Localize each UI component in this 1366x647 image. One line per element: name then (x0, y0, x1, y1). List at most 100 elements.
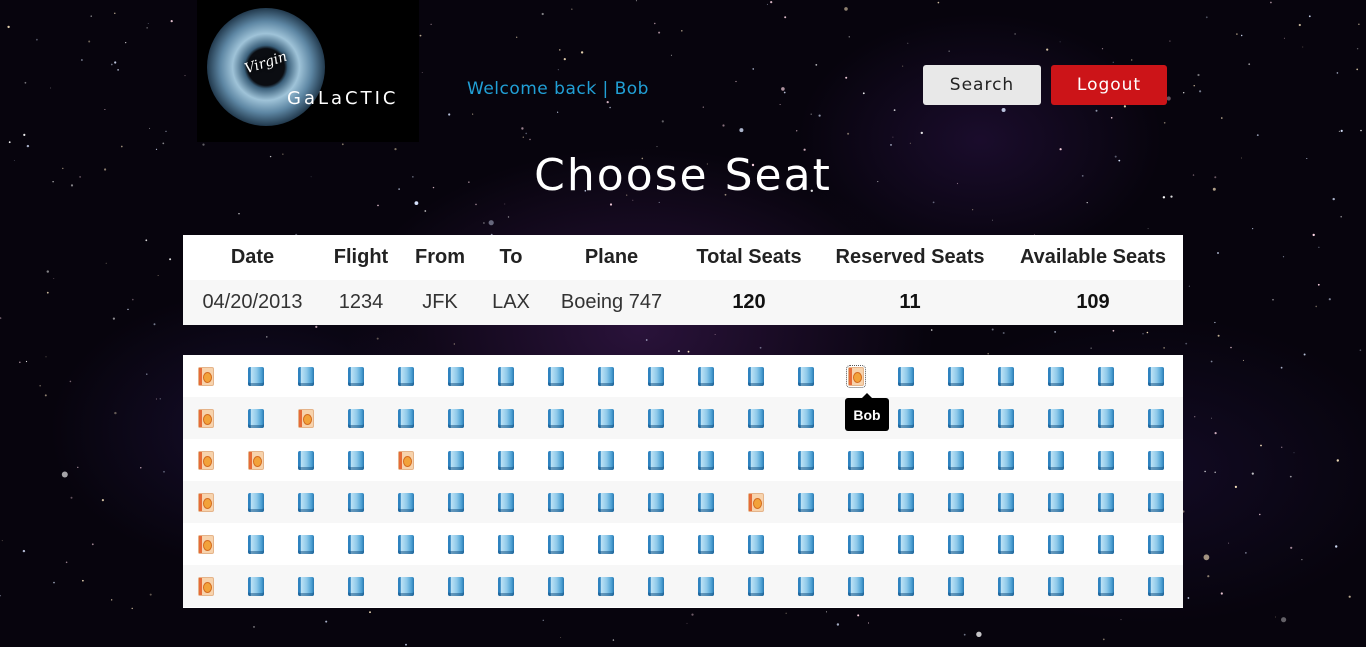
seat-available-icon[interactable] (648, 409, 664, 428)
seat-available-icon[interactable] (698, 535, 714, 554)
seat-available-icon[interactable] (498, 577, 514, 596)
seat-available-icon[interactable] (898, 367, 914, 386)
seat-reserved-icon[interactable] (846, 365, 866, 388)
seat-reserved-icon[interactable] (198, 493, 214, 512)
seat-available-icon[interactable] (998, 493, 1014, 512)
seat-available-icon[interactable] (448, 577, 464, 596)
seat-available-icon[interactable] (798, 367, 814, 386)
seat-available-icon[interactable] (748, 535, 764, 554)
seat-available-icon[interactable] (1048, 493, 1064, 512)
seat-available-icon[interactable] (848, 451, 864, 470)
seat-available-icon[interactable] (898, 535, 914, 554)
seat-available-icon[interactable] (398, 577, 414, 596)
seat-available-icon[interactable] (798, 535, 814, 554)
seat-available-icon[interactable] (448, 493, 464, 512)
seat-available-icon[interactable] (548, 577, 564, 596)
seat-available-icon[interactable] (498, 409, 514, 428)
seat-available-icon[interactable] (598, 535, 614, 554)
seat-reserved-icon[interactable] (198, 367, 214, 386)
seat-available-icon[interactable] (948, 451, 964, 470)
search-button[interactable]: Search (923, 65, 1041, 105)
seat-available-icon[interactable] (248, 409, 264, 428)
seat-available-icon[interactable] (1148, 451, 1164, 470)
seat-available-icon[interactable] (348, 535, 364, 554)
seat-available-icon[interactable] (598, 493, 614, 512)
seat-available-icon[interactable] (748, 367, 764, 386)
seat-available-icon[interactable] (498, 451, 514, 470)
seat-available-icon[interactable] (448, 535, 464, 554)
seat-available-icon[interactable] (748, 409, 764, 428)
seat-available-icon[interactable] (948, 493, 964, 512)
seat-available-icon[interactable] (998, 409, 1014, 428)
seat-reserved-icon[interactable] (398, 451, 414, 470)
seat-available-icon[interactable] (298, 577, 314, 596)
seat-available-icon[interactable] (898, 493, 914, 512)
seat-available-icon[interactable] (448, 409, 464, 428)
seat-reserved-icon[interactable] (298, 409, 314, 428)
seat-available-icon[interactable] (398, 409, 414, 428)
seat-available-icon[interactable] (1148, 535, 1164, 554)
seat-available-icon[interactable] (1098, 367, 1114, 386)
seat-available-icon[interactable] (798, 409, 814, 428)
seat-available-icon[interactable] (598, 409, 614, 428)
seat-available-icon[interactable] (948, 577, 964, 596)
seat-available-icon[interactable] (748, 577, 764, 596)
seat-available-icon[interactable] (598, 451, 614, 470)
seat-available-icon[interactable] (798, 577, 814, 596)
seat-available-icon[interactable] (998, 535, 1014, 554)
seat-available-icon[interactable] (1098, 577, 1114, 596)
seat-available-icon[interactable] (898, 451, 914, 470)
seat-available-icon[interactable] (448, 367, 464, 386)
seat-available-icon[interactable] (848, 577, 864, 596)
seat-available-icon[interactable] (1148, 367, 1164, 386)
seat-available-icon[interactable] (648, 535, 664, 554)
seat-available-icon[interactable] (698, 409, 714, 428)
seat-available-icon[interactable] (448, 451, 464, 470)
seat-available-icon[interactable] (398, 367, 414, 386)
seat-available-icon[interactable] (1098, 409, 1114, 428)
seat-available-icon[interactable] (298, 493, 314, 512)
seat-available-icon[interactable] (248, 577, 264, 596)
seat-available-icon[interactable] (548, 367, 564, 386)
seat-available-icon[interactable] (348, 367, 364, 386)
seat-available-icon[interactable] (248, 493, 264, 512)
seat-reserved-icon[interactable] (748, 493, 764, 512)
seat-available-icon[interactable] (698, 577, 714, 596)
seat-available-icon[interactable] (648, 367, 664, 386)
seat-available-icon[interactable] (798, 493, 814, 512)
seat-available-icon[interactable] (548, 451, 564, 470)
seat-available-icon[interactable] (698, 367, 714, 386)
seat-available-icon[interactable] (848, 535, 864, 554)
seat-available-icon[interactable] (498, 493, 514, 512)
seat-reserved-icon[interactable] (198, 451, 214, 470)
seat-available-icon[interactable] (298, 535, 314, 554)
seat-available-icon[interactable] (348, 451, 364, 470)
seat-available-icon[interactable] (648, 493, 664, 512)
seat-reserved-icon[interactable] (198, 535, 214, 554)
seat-available-icon[interactable] (348, 577, 364, 596)
seat-available-icon[interactable] (948, 367, 964, 386)
seat-available-icon[interactable] (1048, 367, 1064, 386)
seat-available-icon[interactable] (548, 535, 564, 554)
seat-available-icon[interactable] (1098, 535, 1114, 554)
seat-available-icon[interactable] (648, 577, 664, 596)
seat-available-icon[interactable] (898, 577, 914, 596)
seat-available-icon[interactable] (848, 493, 864, 512)
seat-available-icon[interactable] (1048, 451, 1064, 470)
seat-available-icon[interactable] (1048, 409, 1064, 428)
seat-available-icon[interactable] (248, 535, 264, 554)
seat-available-icon[interactable] (948, 535, 964, 554)
seat-available-icon[interactable] (298, 367, 314, 386)
seat-available-icon[interactable] (698, 493, 714, 512)
logout-button[interactable]: Logout (1051, 65, 1167, 105)
seat-reserved-icon[interactable] (248, 451, 264, 470)
seat-available-icon[interactable] (598, 367, 614, 386)
seat-available-icon[interactable] (398, 535, 414, 554)
virgin-galactic-logo[interactable]: Virgin GaLaCTIC (197, 0, 419, 142)
seat-available-icon[interactable] (998, 577, 1014, 596)
seat-available-icon[interactable] (498, 535, 514, 554)
seat-available-icon[interactable] (898, 409, 914, 428)
seat-available-icon[interactable] (1048, 577, 1064, 596)
seat-available-icon[interactable] (998, 367, 1014, 386)
seat-available-icon[interactable] (348, 493, 364, 512)
